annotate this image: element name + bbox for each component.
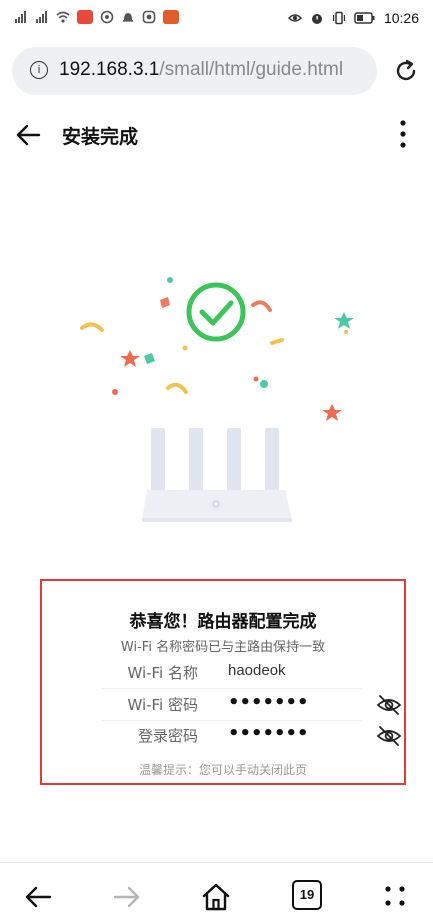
- login-password-value: •••••••: [228, 723, 309, 744]
- login-password-label: 登录密码: [137, 727, 198, 745]
- back-arrow-icon[interactable]: [14, 121, 42, 149]
- app-icon: [77, 10, 93, 24]
- battery-icon: [354, 12, 375, 24]
- config-complete-card: 恭喜您！路由器配置完成 Wi-Fi 名称密码已与主路由保持一致 Wi-Fi 名称…: [40, 579, 406, 785]
- url-path: /small/html/guide.html: [159, 59, 344, 80]
- status-right-icons: 10:26: [287, 10, 419, 26]
- router-success-illustration: [80, 277, 354, 522]
- eye-icon: [287, 14, 302, 22]
- wifi-icon: [56, 11, 70, 23]
- reload-icon[interactable]: [392, 57, 420, 85]
- signal-icon: [15, 11, 26, 23]
- tab-switcher-button[interactable]: 19: [292, 880, 322, 910]
- wifi-name-value: haodeok: [228, 662, 286, 679]
- row-divider: [102, 688, 362, 689]
- menu-grid-icon[interactable]: [380, 881, 412, 913]
- row-divider: [102, 720, 362, 721]
- vibrate-icon: [332, 11, 345, 25]
- page-title: 安装完成: [62, 126, 139, 148]
- page-header: 安装完成: [0, 110, 433, 158]
- more-menu-icon[interactable]: [399, 118, 407, 150]
- wifi-password-label: Wi-Fi 密码: [127, 696, 198, 714]
- notification-icon: [123, 13, 133, 22]
- wifi-name-row: Wi-Fi 名称 haodeok: [88, 662, 408, 688]
- card-subtitle: Wi-Fi 名称密码已与主路由保持一致: [120, 640, 326, 655]
- signal-icon: [36, 11, 47, 23]
- url-host: 192.168.3.1: [59, 59, 160, 80]
- wifi-password-value: •••••••: [228, 692, 309, 713]
- eye-slash-icon[interactable]: [376, 694, 402, 716]
- wifi-password-row: Wi-Fi 密码 •••••••: [88, 692, 408, 720]
- url-text[interactable]: 192.168.3.1/small/html/guide.html: [59, 59, 343, 81]
- login-password-row: 登录密码 •••••••: [88, 723, 408, 751]
- address-bar[interactable]: i 192.168.3.1/small/html/guide.html: [12, 47, 377, 95]
- status-bar: 10:26: [0, 0, 433, 38]
- app-icon: [100, 10, 114, 24]
- site-info-icon[interactable]: i: [30, 61, 48, 79]
- success-check-icon: [186, 282, 246, 342]
- card-title: 恭喜您！路由器配置完成: [129, 612, 317, 632]
- alarm-icon: [311, 14, 322, 24]
- app-icon: [163, 10, 179, 24]
- home-icon[interactable]: [200, 881, 232, 913]
- clock-time: 10:26: [383, 10, 419, 26]
- back-arrow-icon[interactable]: [22, 881, 54, 913]
- router-illustration: [142, 428, 292, 522]
- app-icon: [142, 10, 156, 24]
- close-page-hint: 温馨提示：您可以手动关闭此页: [138, 763, 307, 777]
- wifi-name-label: Wi-Fi 名称: [127, 664, 198, 682]
- browser-bottom-bar: 19: [0, 862, 433, 923]
- eye-slash-icon[interactable]: [376, 725, 402, 747]
- status-left-icons: [14, 10, 179, 24]
- forward-arrow-icon[interactable]: [111, 881, 143, 913]
